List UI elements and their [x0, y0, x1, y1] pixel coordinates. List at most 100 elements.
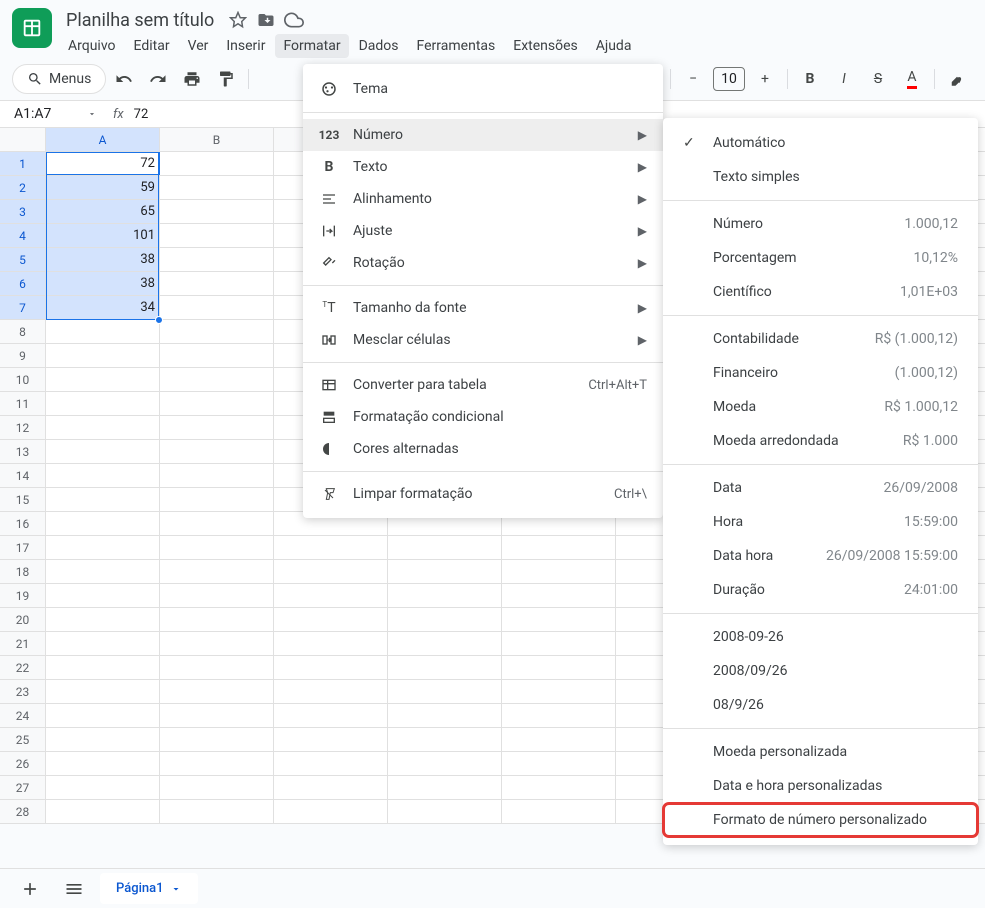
cell[interactable] — [274, 776, 388, 799]
format-merge[interactable]: Mesclar células ▶ — [303, 324, 663, 356]
cell[interactable] — [160, 752, 274, 775]
cell[interactable] — [160, 392, 274, 415]
cell[interactable]: 59 — [46, 176, 160, 199]
cell[interactable] — [502, 608, 616, 631]
cell[interactable] — [274, 584, 388, 607]
row-header[interactable]: 28 — [0, 800, 46, 823]
format-wrap[interactable]: Ajuste ▶ — [303, 215, 663, 247]
cell[interactable] — [160, 416, 274, 439]
cell[interactable] — [46, 392, 160, 415]
cell[interactable] — [274, 608, 388, 631]
font-size-increase[interactable]: + — [750, 64, 780, 94]
cell[interactable] — [46, 776, 160, 799]
numfmt-scientific[interactable]: Científico 1,01E+03 — [663, 275, 978, 309]
numfmt-financial[interactable]: Financeiro (1.000,12) — [663, 356, 978, 390]
sheet-tab-1[interactable]: Página1 — [100, 873, 198, 904]
cell[interactable] — [46, 656, 160, 679]
cell[interactable] — [160, 248, 274, 271]
font-size-decrease[interactable]: − — [678, 64, 708, 94]
select-all-corner[interactable] — [0, 128, 46, 151]
row-header[interactable]: 8 — [0, 320, 46, 343]
cell[interactable]: 34 — [46, 296, 160, 319]
cell[interactable] — [160, 704, 274, 727]
format-text[interactable]: B Texto ▶ — [303, 151, 663, 183]
paint-format-button[interactable] — [211, 64, 241, 94]
menu-inserir[interactable]: Inserir — [218, 34, 273, 58]
numfmt-date-short[interactable]: 08/9/26 — [663, 688, 978, 722]
cell[interactable] — [502, 752, 616, 775]
row-header[interactable]: 15 — [0, 488, 46, 511]
cell[interactable] — [502, 632, 616, 655]
cell[interactable] — [160, 272, 274, 295]
cell[interactable] — [388, 560, 502, 583]
cell[interactable] — [160, 368, 274, 391]
bold-button[interactable]: B — [795, 64, 825, 94]
cell[interactable] — [502, 704, 616, 727]
cell[interactable] — [160, 512, 274, 535]
cell[interactable] — [160, 152, 274, 175]
cell[interactable] — [46, 608, 160, 631]
redo-button[interactable] — [143, 64, 173, 94]
row-header[interactable]: 27 — [0, 776, 46, 799]
cell[interactable] — [46, 728, 160, 751]
cell[interactable] — [388, 536, 502, 559]
cell[interactable] — [46, 344, 160, 367]
numfmt-date-iso[interactable]: 2008-09-26 — [663, 620, 978, 654]
doc-title[interactable]: Planilha sem título — [60, 8, 220, 33]
cell[interactable] — [274, 728, 388, 751]
cell[interactable] — [46, 464, 160, 487]
cell[interactable]: 38 — [46, 272, 160, 295]
cell[interactable] — [274, 800, 388, 823]
format-number[interactable]: 123 Número ▶ — [303, 119, 663, 151]
numfmt-custom-datetime[interactable]: Data e hora personalizadas — [663, 769, 978, 803]
row-header[interactable]: 18 — [0, 560, 46, 583]
row-header[interactable]: 17 — [0, 536, 46, 559]
row-header[interactable]: 9 — [0, 344, 46, 367]
menu-arquivo[interactable]: Arquivo — [60, 34, 124, 58]
menu-formatar[interactable]: Formatar — [275, 34, 348, 58]
cell[interactable] — [160, 344, 274, 367]
format-rotation[interactable]: Rotação ▶ — [303, 247, 663, 279]
numfmt-plaintext[interactable]: Texto simples — [663, 160, 978, 194]
col-header-a[interactable]: A — [46, 128, 160, 151]
menu-extensoes[interactable]: Extensões — [505, 34, 586, 58]
cell[interactable] — [388, 656, 502, 679]
cell[interactable] — [274, 656, 388, 679]
cell[interactable] — [160, 536, 274, 559]
cell[interactable] — [46, 440, 160, 463]
name-box[interactable]: A1:A7 — [8, 104, 103, 124]
row-header[interactable]: 12 — [0, 416, 46, 439]
cell[interactable] — [388, 728, 502, 751]
selection-handle[interactable] — [155, 316, 163, 324]
menu-dados[interactable]: Dados — [351, 34, 407, 58]
cell[interactable] — [388, 776, 502, 799]
cell[interactable]: 101 — [46, 224, 160, 247]
cell[interactable] — [388, 584, 502, 607]
cell[interactable] — [46, 488, 160, 511]
undo-button[interactable] — [109, 64, 139, 94]
cell[interactable] — [388, 632, 502, 655]
numfmt-automatic[interactable]: ✓ Automático — [663, 126, 978, 160]
row-header[interactable]: 16 — [0, 512, 46, 535]
row-header[interactable]: 3 — [0, 200, 46, 223]
numfmt-custom-currency[interactable]: Moeda personalizada — [663, 735, 978, 769]
cell[interactable] — [160, 584, 274, 607]
text-color-button[interactable]: A — [897, 64, 927, 94]
row-header[interactable]: 24 — [0, 704, 46, 727]
row-header[interactable]: 20 — [0, 608, 46, 631]
format-convert-table[interactable]: Converter para tabela Ctrl+Alt+T — [303, 369, 663, 401]
format-theme[interactable]: Tema — [303, 72, 663, 106]
strikethrough-button[interactable]: S — [863, 64, 893, 94]
cell[interactable] — [160, 464, 274, 487]
cell[interactable] — [160, 296, 274, 319]
row-header[interactable]: 23 — [0, 680, 46, 703]
cell[interactable] — [160, 176, 274, 199]
cell[interactable] — [46, 368, 160, 391]
numfmt-date[interactable]: Data 26/09/2008 — [663, 471, 978, 505]
cell[interactable] — [160, 488, 274, 511]
cell[interactable] — [46, 584, 160, 607]
cell[interactable] — [46, 536, 160, 559]
cell[interactable] — [160, 440, 274, 463]
cell[interactable] — [46, 800, 160, 823]
cell[interactable] — [274, 680, 388, 703]
